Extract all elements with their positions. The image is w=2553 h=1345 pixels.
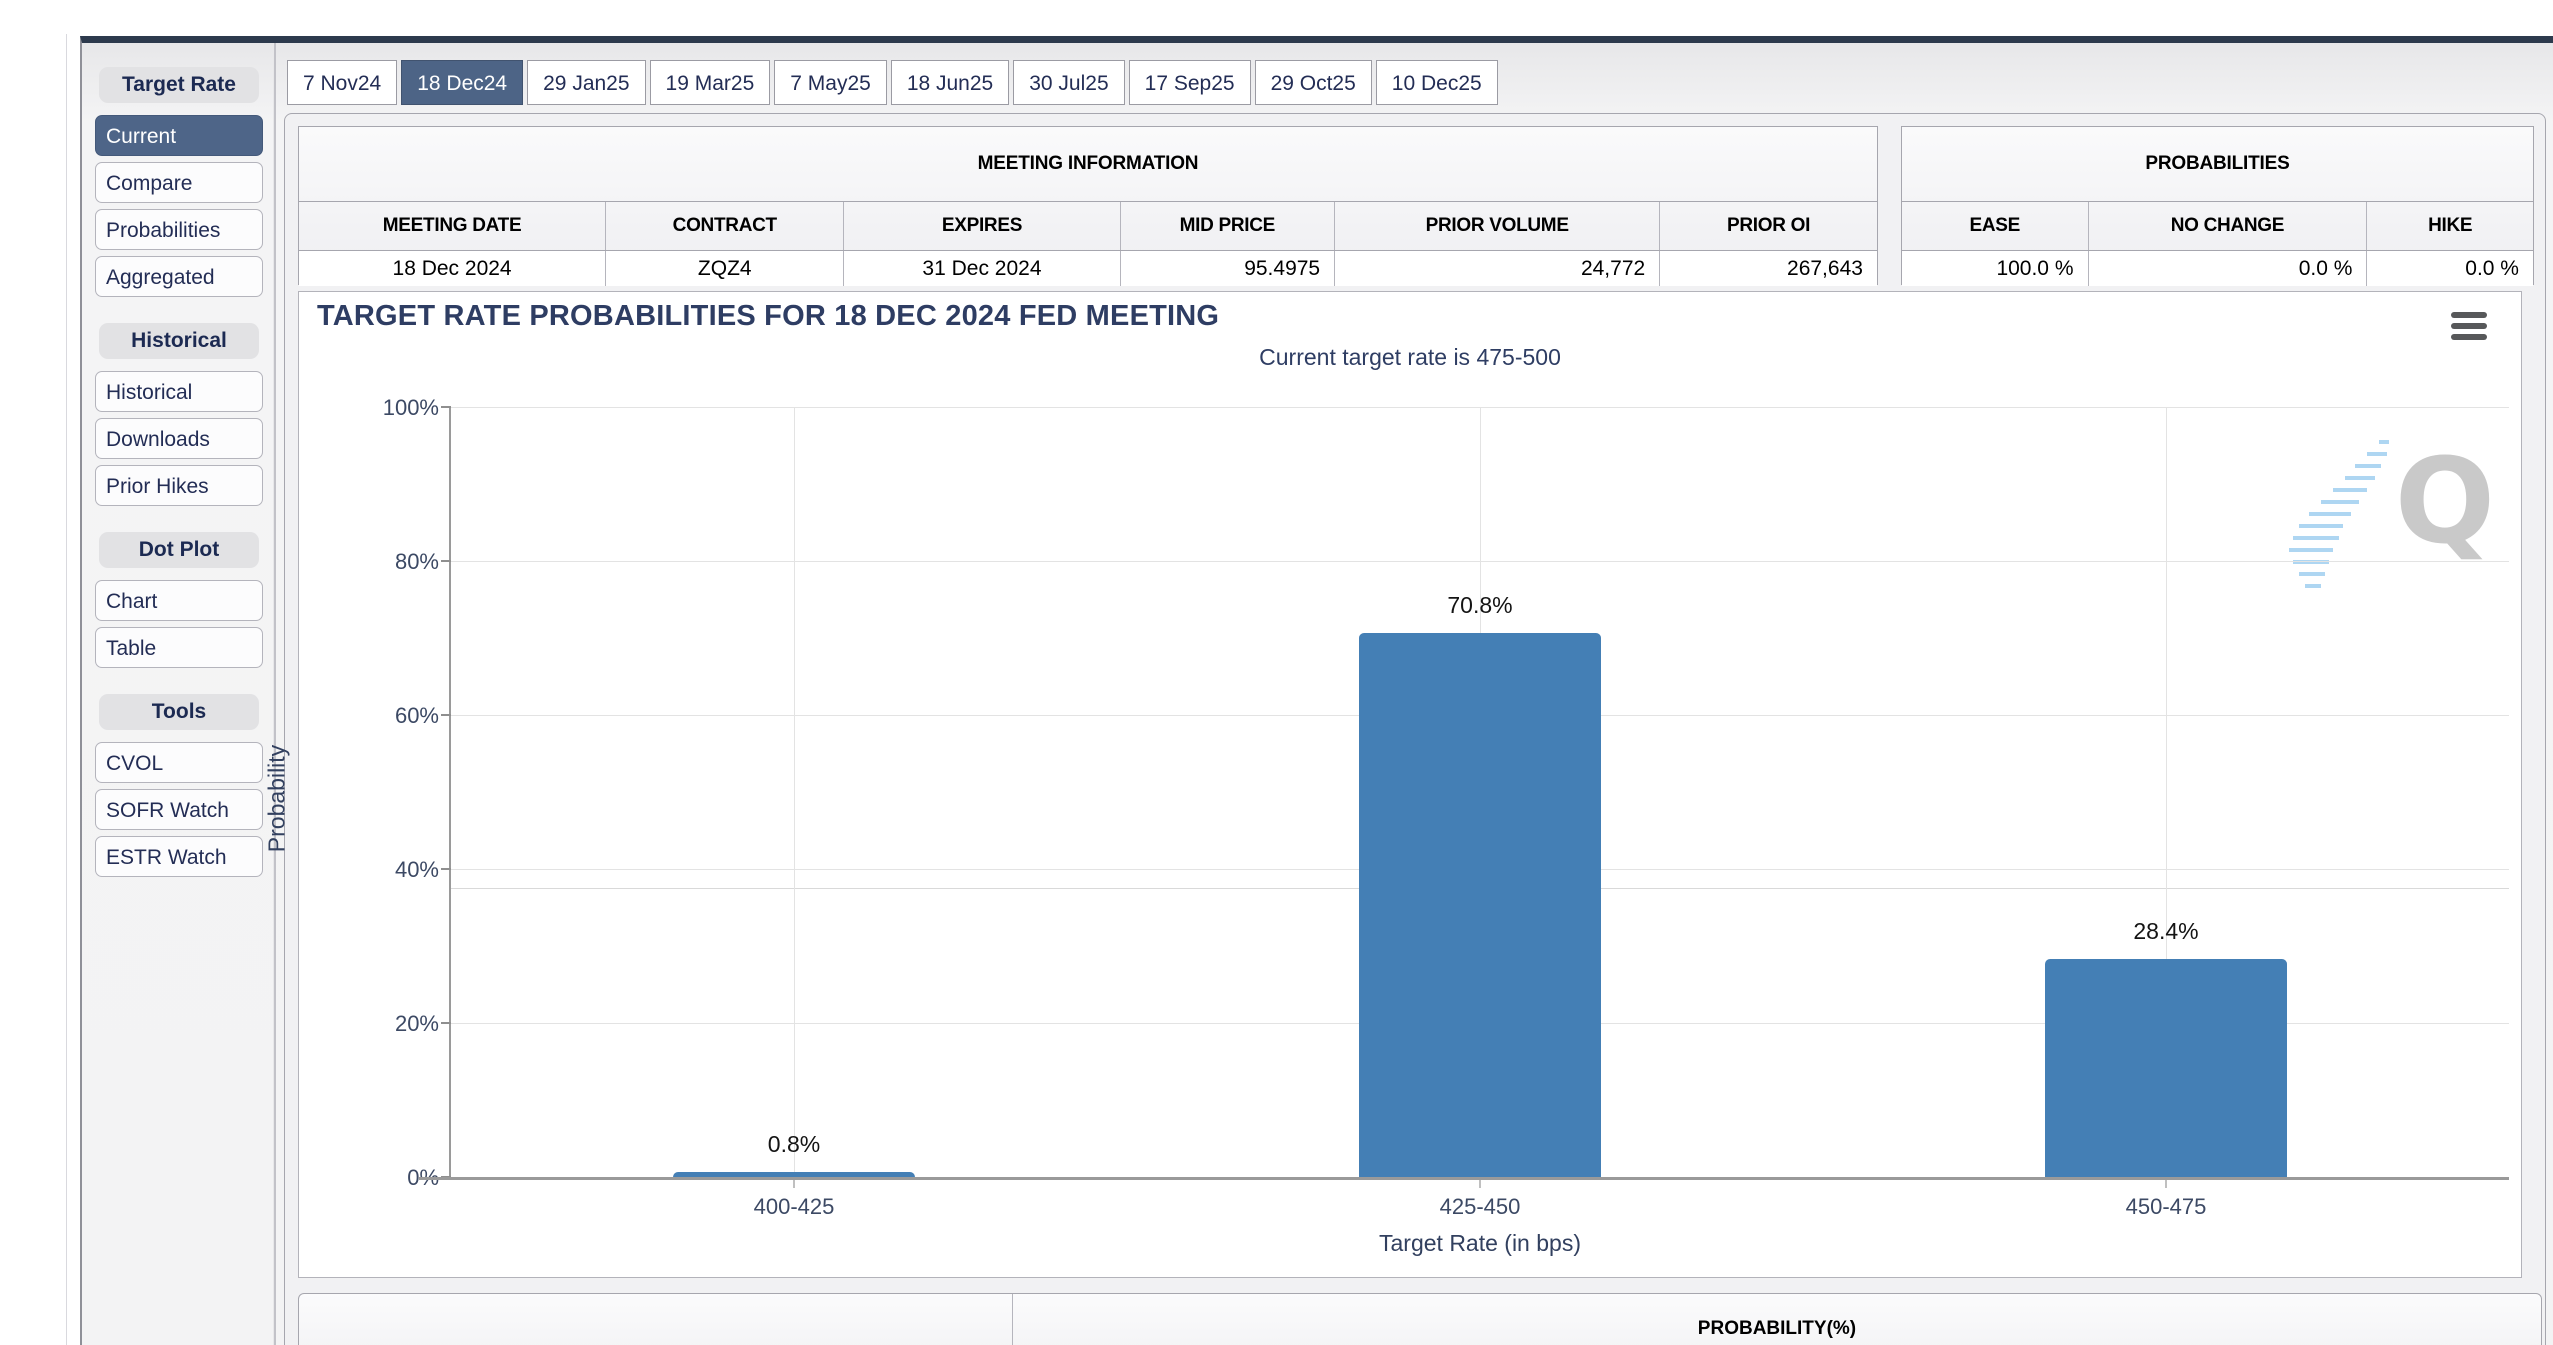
sidebar: Target Rate Current Compare Probabilitie… xyxy=(95,67,263,883)
col-prior-volume: PRIOR VOLUME xyxy=(1334,202,1659,250)
col-mid-price: MID PRICE xyxy=(1119,202,1335,250)
sidebar-item-prior-hikes[interactable]: Prior Hikes xyxy=(95,465,263,506)
xcat-label-400-425: 400-425 xyxy=(753,1194,835,1219)
ytick-20 xyxy=(441,1022,451,1024)
col-meeting-date: MEETING DATE xyxy=(382,215,522,236)
sidebar-item-historical[interactable]: Historical xyxy=(95,371,263,412)
sidebar-item-sofr-watch[interactable]: SOFR Watch xyxy=(95,789,263,830)
tab-10-dec25[interactable]: 10 Dec25 xyxy=(1375,60,1498,105)
col-ease: EASE xyxy=(1969,215,2021,236)
page-left-divider xyxy=(66,34,67,1345)
meeting-information-data-row: 18 Dec 2024 ZQZ4 31 Dec 2024 95.4975 24,… xyxy=(299,251,1877,286)
ytick-label-80: 80% xyxy=(394,549,439,574)
bar-value-400-425: 0.8% xyxy=(767,1130,821,1157)
tab-18-dec24[interactable]: 18 Dec24 xyxy=(401,60,524,105)
bottom-probability-table: PROBABILITY(%) xyxy=(298,1293,2542,1345)
tab-17-sep25[interactable]: 17 Sep25 xyxy=(1128,60,1251,105)
xcat-label-450-475: 450-475 xyxy=(2125,1194,2207,1219)
bar-450-475[interactable] xyxy=(2044,959,2287,1178)
cell-ease: 100.0 % xyxy=(1996,256,2074,280)
sidebar-item-downloads[interactable]: Downloads xyxy=(95,418,263,459)
tab-7-may25[interactable]: 7 May25 xyxy=(774,60,887,105)
sidebar-item-probabilities[interactable]: Probabilities xyxy=(95,209,263,250)
bar-425-450[interactable] xyxy=(1359,632,1601,1178)
cell-contract: ZQZ4 xyxy=(605,251,843,286)
target-rate-chart-panel: TARGET RATE PROBABILITIES FOR 18 DEC 202… xyxy=(264,291,2522,1278)
bar-slot-400-425: 0.8% xyxy=(673,408,915,1178)
cell-mid-price: 95.4975 xyxy=(1119,251,1335,286)
ytick-60 xyxy=(441,714,451,716)
meeting-information-title: MEETING INFORMATION xyxy=(977,153,1199,174)
col-expires: EXPIRES xyxy=(843,202,1119,250)
probabilities-header-row: EASE NO CHANGE HIKE xyxy=(1902,201,2533,251)
sidebar-header-tools: Tools xyxy=(99,694,259,730)
probabilities-data-row: 100.0 % 0.0 % 0.0 % xyxy=(1902,251,2533,286)
ytick-40 xyxy=(441,868,451,870)
cell-prior-volume: 24,772 xyxy=(1334,251,1659,286)
sidebar-item-table[interactable]: Table xyxy=(95,627,263,668)
sidebar-header-target-rate: Target Rate xyxy=(99,67,259,103)
tab-30-jul25[interactable]: 30 Jul25 xyxy=(1013,60,1125,105)
sidebar-item-compare[interactable]: Compare xyxy=(95,162,263,203)
col-no-change: NO CHANGE xyxy=(2087,202,2367,250)
col-hike: HIKE xyxy=(2366,202,2533,250)
ytick-80 xyxy=(441,560,451,562)
fedwatch-app: Target Rate Current Compare Probabilitie… xyxy=(80,36,2553,1345)
cell-expires: 31 Dec 2024 xyxy=(843,251,1119,286)
plot-area: 0% 20% 40% 60% 80% 100% 0.8% 70.8% 28.4% xyxy=(383,395,2509,1256)
sidebar-divider xyxy=(273,43,276,1345)
ytick-label-20: 20% xyxy=(394,1011,439,1036)
meeting-date-tabs: 7 Nov24 18 Dec24 29 Jan25 19 Mar25 7 May… xyxy=(287,60,1498,105)
cell-hike: 0.0 % xyxy=(2366,251,2533,286)
chart-menu-icon[interactable] xyxy=(2451,312,2487,340)
tab-19-mar25[interactable]: 19 Mar25 xyxy=(649,60,771,105)
bar-value-425-450: 70.8% xyxy=(1447,591,1513,618)
cell-no-change: 0.0 % xyxy=(2087,251,2367,286)
sidebar-item-aggregated[interactable]: Aggregated xyxy=(95,256,263,297)
bar-slot-450-475: 28.4% xyxy=(2044,408,2287,1178)
ytick-label-60: 60% xyxy=(394,703,439,728)
x-axis-line xyxy=(419,1177,2509,1180)
tab-7-nov24[interactable]: 7 Nov24 xyxy=(287,60,398,105)
cell-prior-oi: 267,643 xyxy=(1659,251,1877,286)
meeting-information-header-row: MEETING DATE CONTRACT EXPIRES MID PRICE … xyxy=(299,201,1877,251)
col-prior-oi: PRIOR OI xyxy=(1659,202,1877,250)
sidebar-header-historical: Historical xyxy=(99,323,259,359)
xcat-label-425-450: 425-450 xyxy=(1439,1194,1521,1219)
sidebar-item-current[interactable]: Current xyxy=(95,115,263,156)
bottom-table-left-header xyxy=(299,1294,1012,1345)
chart-title: TARGET RATE PROBABILITIES FOR 18 DEC 202… xyxy=(317,300,1220,332)
bottom-table-probability-header: PROBABILITY(%) xyxy=(1011,1294,2541,1345)
chart-subtitle: Current target rate is 475-500 xyxy=(1259,344,1561,370)
tab-29-oct25[interactable]: 29 Oct25 xyxy=(1254,60,1372,105)
sidebar-item-estr-watch[interactable]: ESTR Watch xyxy=(95,836,263,877)
sidebar-item-cvol[interactable]: CVOL xyxy=(95,742,263,783)
bar-slot-425-450: 70.8% xyxy=(1359,408,1601,1178)
bar-value-450-475: 28.4% xyxy=(2133,918,2199,945)
tab-18-jun25[interactable]: 18 Jun25 xyxy=(890,60,1010,105)
meeting-information-panel: MEETING INFORMATION MEETING DATE CONTRAC… xyxy=(298,126,1878,286)
sidebar-header-dot-plot: Dot Plot xyxy=(99,532,259,568)
cell-meeting-date: 18 Dec 2024 xyxy=(392,256,512,280)
content-container: MEETING INFORMATION MEETING DATE CONTRAC… xyxy=(264,113,2546,1345)
col-contract: CONTRACT xyxy=(605,202,843,250)
x-axis-title: Target Rate (in bps) xyxy=(1379,1230,1581,1256)
y-axis-title: Probability xyxy=(263,744,290,852)
ytick-label-40: 40% xyxy=(394,857,439,882)
ytick-100 xyxy=(441,406,451,408)
tab-29-jan25[interactable]: 29 Jan25 xyxy=(527,60,646,105)
probabilities-panel: PROBABILITIES EASE NO CHANGE HIKE 100.0 … xyxy=(1901,126,2534,286)
probabilities-title: PROBABILITIES xyxy=(2145,153,2290,174)
ytick-label-100: 100% xyxy=(382,395,439,420)
sidebar-item-chart[interactable]: Chart xyxy=(95,580,263,621)
